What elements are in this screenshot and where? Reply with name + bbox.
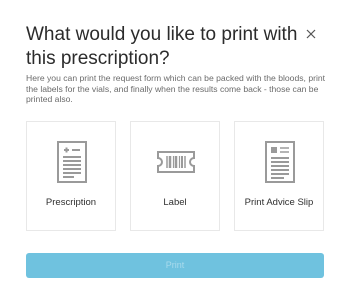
dialog-title: What would you like to print with this p… [26, 24, 298, 69]
barcode-label-icon [156, 140, 196, 184]
close-icon[interactable] [303, 26, 319, 42]
dialog-description: Here you can print the request form whic… [26, 73, 326, 104]
option-prescription-card[interactable]: Prescription [26, 121, 116, 231]
print-options: Prescription Label Print Advice Slip [26, 121, 324, 231]
option-label-label: Label [163, 197, 187, 208]
advice-slip-document-icon [260, 140, 300, 184]
option-print-advice-slip-label: Print Advice Slip [244, 197, 314, 208]
option-print-advice-slip-card[interactable]: Print Advice Slip [234, 121, 324, 231]
option-prescription-label: Prescription [45, 197, 97, 208]
prescription-document-icon [52, 140, 92, 184]
print-button[interactable]: Print [26, 253, 324, 278]
option-label-card[interactable]: Label [130, 121, 220, 231]
print-options-dialog: What would you like to print with this p… [0, 0, 350, 306]
